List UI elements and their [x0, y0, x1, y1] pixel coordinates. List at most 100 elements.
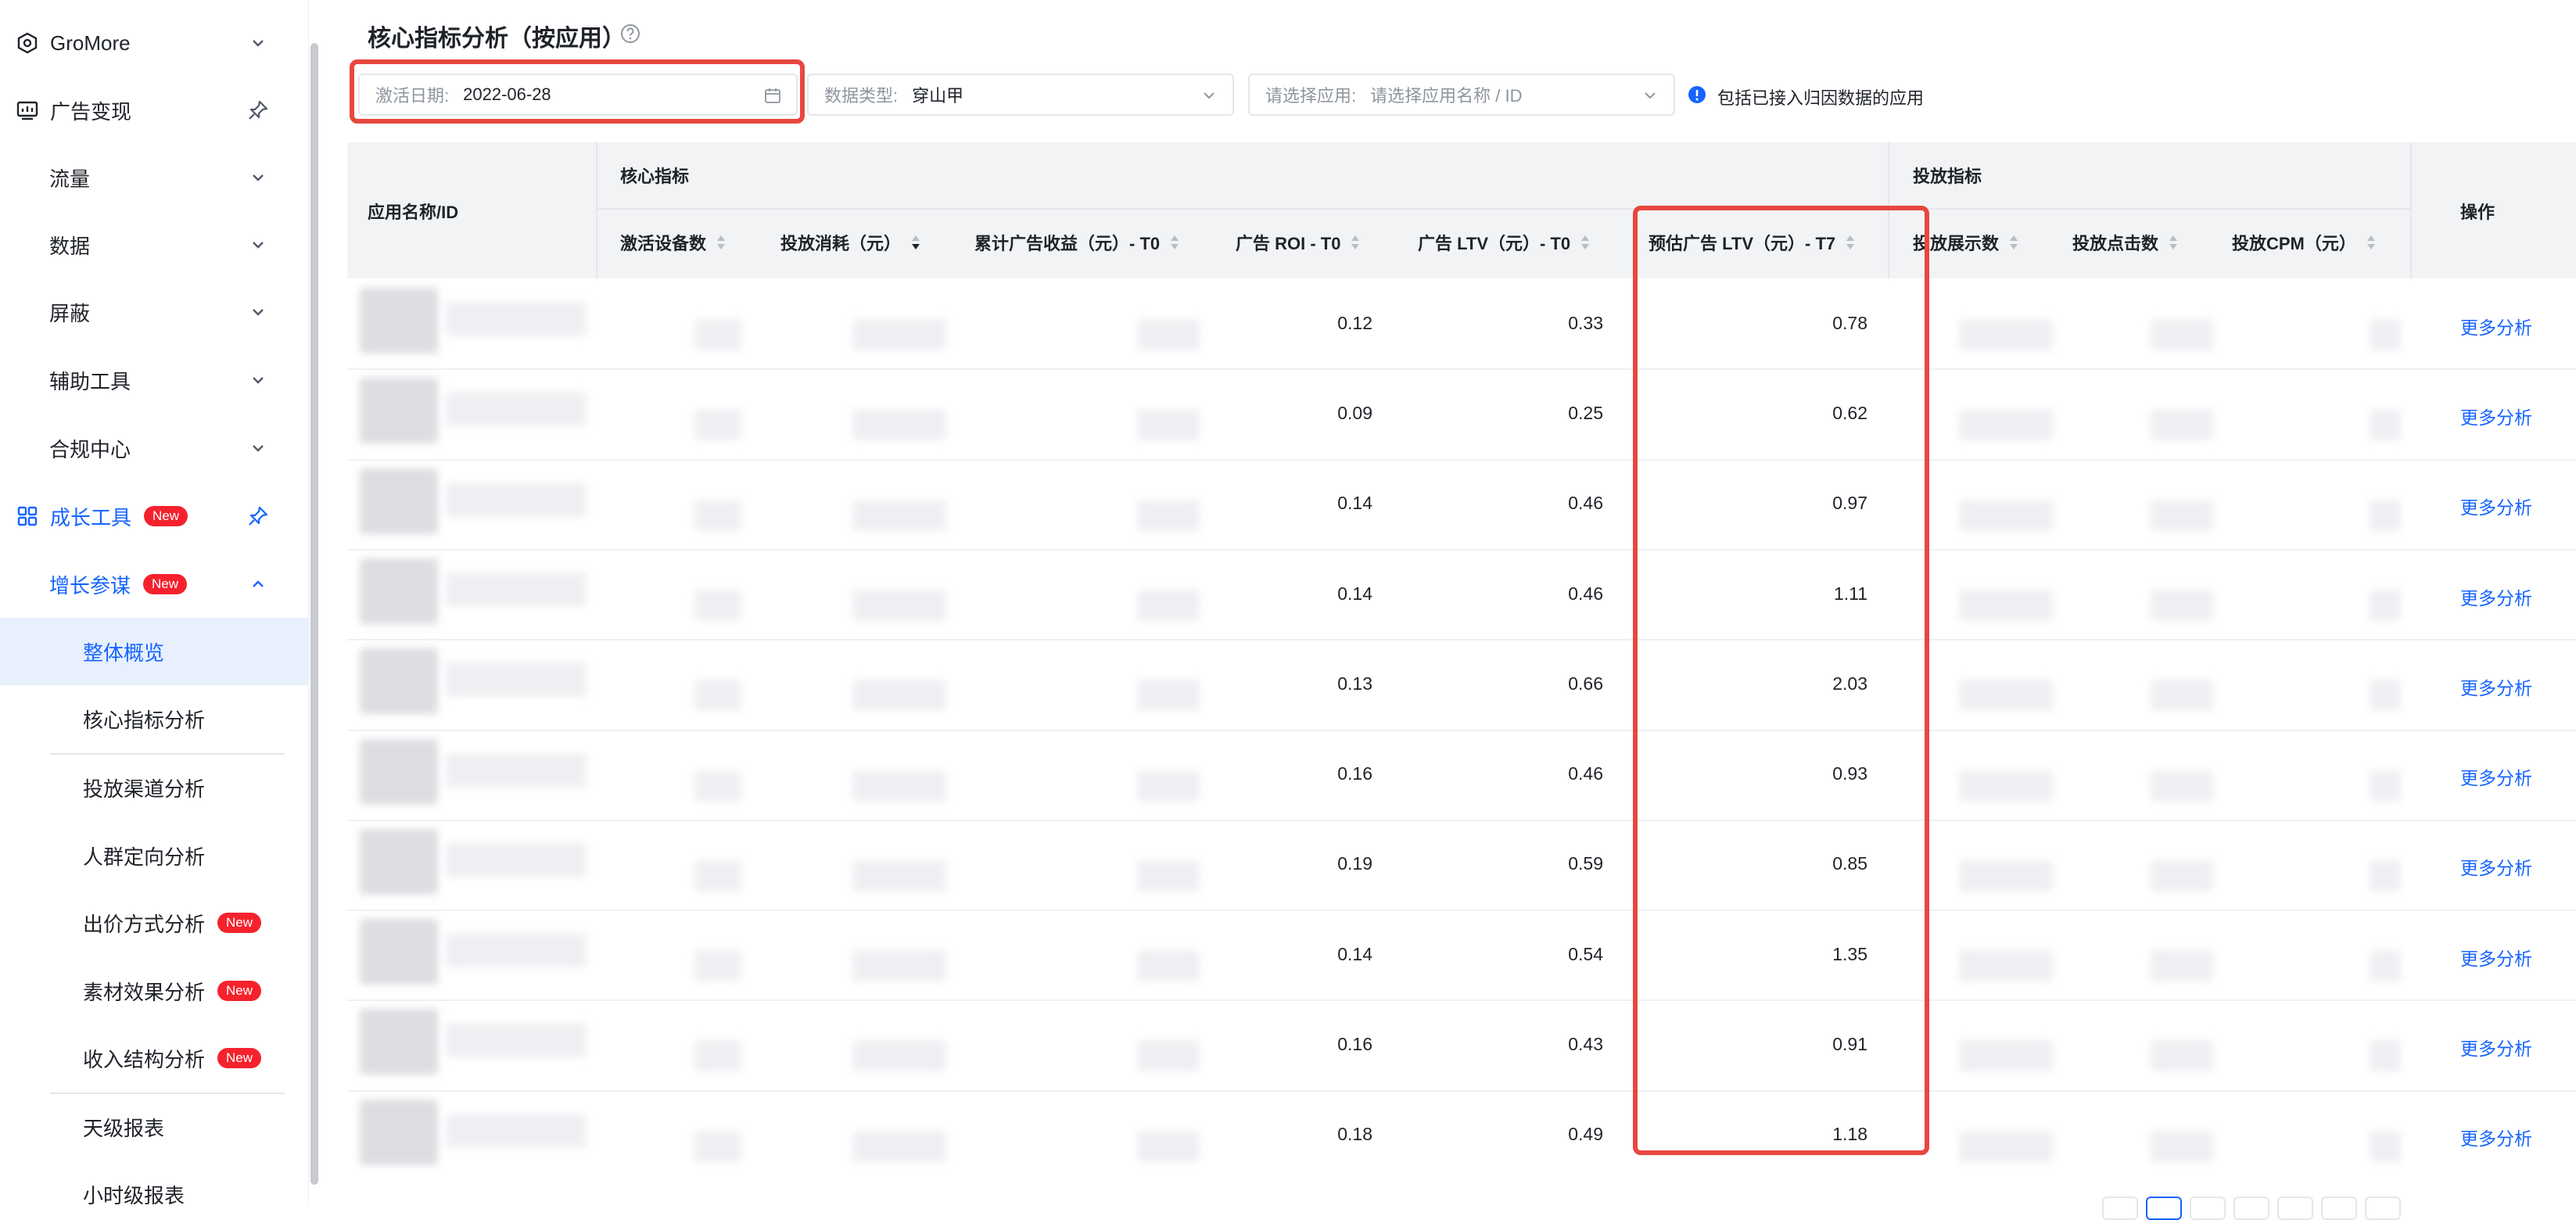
sidebar-item-tools[interactable]: 辅助工具 — [0, 346, 308, 414]
pagination-page[interactable] — [2321, 1197, 2357, 1220]
sidebar-item-label: 屏蔽 — [49, 301, 91, 325]
help-icon[interactable] — [620, 23, 640, 44]
calendar-icon — [763, 86, 782, 105]
new-badge: New — [143, 574, 188, 594]
more-analysis-link[interactable]: 更多分析 — [2460, 493, 2532, 519]
redacted-cell — [2370, 590, 2401, 621]
more-analysis-link[interactable]: 更多分析 — [2460, 763, 2532, 790]
pin-icon[interactable] — [246, 504, 270, 528]
more-analysis-link[interactable]: 更多分析 — [2460, 1124, 2532, 1150]
cell-ltv-t7: 1.11 — [1833, 583, 1867, 604]
filter-label: 数据类型: — [824, 86, 899, 106]
app-select-placeholder: 请选择应用名称 / ID — [1370, 86, 1523, 106]
sidebar-item-growth-advisor[interactable]: 增长参谋 New — [0, 551, 308, 618]
sidebar-item-compliance[interactable]: 合规中心 — [0, 414, 308, 482]
pagination-page[interactable] — [2277, 1197, 2313, 1220]
pagination-page[interactable] — [2233, 1197, 2269, 1220]
redacted-cell — [1959, 1040, 2053, 1071]
sidebar-item-growth-tools[interactable]: 成长工具 New — [0, 483, 308, 550]
more-analysis-link[interactable]: 更多分析 — [2460, 1034, 2532, 1060]
pagination-next[interactable] — [2365, 1197, 2401, 1220]
activation-date-picker[interactable]: 激活日期: 2022-06-28 — [358, 74, 798, 116]
sidebar-item-channel-analysis[interactable]: 投放渠道分析 — [0, 754, 308, 821]
sidebar-item-audience-analysis[interactable]: 人群定向分析 — [0, 822, 308, 889]
cell-ltv-t7: 0.78 — [1832, 313, 1867, 333]
sort-icon[interactable] — [1169, 234, 1180, 251]
sidebar-item-hourly-report[interactable]: 小时级报表 — [0, 1161, 308, 1207]
redacted-cell — [694, 680, 741, 711]
pagination-page[interactable] — [2146, 1197, 2182, 1220]
sort-icon[interactable] — [2366, 234, 2377, 251]
sidebar-item-block[interactable]: 屏蔽 — [0, 278, 308, 346]
redacted-cell — [1137, 500, 1200, 531]
attribution-note: 包括已接入归因数据的应用 — [1717, 88, 1925, 108]
row-divider — [347, 459, 2576, 461]
sort-icon[interactable] — [2168, 234, 2179, 251]
more-analysis-link[interactable]: 更多分析 — [2460, 583, 2532, 610]
more-analysis-link[interactable]: 更多分析 — [2460, 673, 2532, 700]
cell-roi-t0: 0.16 — [1337, 1034, 1372, 1054]
app-name-redacted — [446, 572, 587, 607]
sidebar-item-ad-monetization[interactable]: 广告变现 — [0, 77, 308, 144]
sidebar-item-data[interactable]: 数据 — [0, 211, 308, 278]
sidebar-item-gromore[interactable]: GroMore — [0, 9, 308, 77]
app-name-redacted — [446, 933, 587, 967]
pagination-prev[interactable] — [2102, 1197, 2138, 1220]
chevron-down-icon — [1200, 86, 1218, 105]
sidebar-item-overview[interactable]: 整体概览 — [0, 618, 308, 685]
more-analysis-link[interactable]: 更多分析 — [2460, 853, 2532, 880]
redacted-cell — [1959, 950, 2053, 981]
redacted-cell — [2151, 950, 2213, 981]
sidebar-item-core-metrics[interactable]: 核心指标分析 — [0, 685, 308, 752]
column-header[interactable]: 投放点击数 — [2072, 230, 2179, 255]
sort-icon[interactable] — [910, 234, 921, 251]
column-header[interactable]: 投放CPM（元） — [2232, 230, 2377, 255]
redacted-cell — [1959, 770, 2053, 802]
sidebar-item-label: 收入结构分析 — [83, 1047, 206, 1071]
column-header-label: 投放点击数 — [2072, 234, 2159, 253]
sidebar-item-label: 素材效果分析 — [83, 980, 206, 1004]
sidebar-item-traffic[interactable]: 流量 — [0, 144, 308, 211]
more-analysis-link[interactable]: 更多分析 — [2460, 944, 2532, 971]
cell-ltv-t7: 0.91 — [1832, 1034, 1867, 1054]
column-header[interactable]: 投放消耗（元） — [780, 230, 921, 255]
sort-icon[interactable] — [1845, 234, 1856, 251]
redacted-cell — [852, 319, 946, 350]
sidebar-scrollbar[interactable] — [310, 43, 318, 1185]
sort-icon[interactable] — [716, 234, 727, 251]
redacted-cell — [1959, 680, 2053, 711]
sidebar-item-label: 人群定向分析 — [83, 845, 206, 869]
sort-icon[interactable] — [2008, 234, 2019, 251]
header-divider — [1888, 142, 1889, 278]
redacted-cell — [852, 770, 946, 802]
column-header[interactable]: 累计广告收益（元）- T0 — [974, 230, 1180, 255]
sidebar-item-revenue-analysis[interactable]: 收入结构分析 New — [0, 1024, 308, 1092]
cell-ltv-t0: 0.54 — [1568, 944, 1603, 964]
sort-icon[interactable] — [1580, 234, 1591, 251]
sidebar-item-daily-report[interactable]: 天级报表 — [0, 1093, 308, 1161]
app-select[interactable]: 请选择应用: 请选择应用名称 / ID — [1248, 74, 1675, 116]
app-name-redacted — [446, 843, 587, 877]
redacted-cell — [2370, 319, 2401, 350]
sidebar-item-creative-analysis[interactable]: 素材效果分析 New — [0, 957, 308, 1024]
sort-icon[interactable] — [1350, 234, 1361, 251]
column-header[interactable]: 投放展示数 — [1913, 230, 2019, 255]
data-type-select[interactable]: 数据类型: 穿山甲 — [807, 74, 1234, 116]
redacted-cell — [2370, 680, 2401, 711]
sidebar: GroMore 广告变现 流量 数据 屏蔽 辅助工具 合规中心 成长工具 New… — [0, 0, 309, 1206]
column-header-label: 激活设备数 — [620, 234, 707, 253]
pagination-page[interactable] — [2190, 1197, 2226, 1220]
pin-icon[interactable] — [246, 99, 270, 122]
more-analysis-link[interactable]: 更多分析 — [2460, 313, 2532, 339]
sidebar-item-label: 出价方式分析 — [83, 912, 206, 936]
redacted-cell — [2370, 1040, 2401, 1071]
sidebar-item-bidding-analysis[interactable]: 出价方式分析 New — [0, 889, 308, 956]
column-header[interactable]: 预估广告 LTV（元）- T7 — [1649, 230, 1856, 255]
redacted-cell — [2370, 860, 2401, 892]
cell-ltv-t0: 0.46 — [1568, 493, 1603, 513]
column-header[interactable]: 广告 LTV（元）- T0 — [1418, 230, 1591, 255]
column-header[interactable]: 激活设备数 — [620, 230, 727, 255]
more-analysis-link[interactable]: 更多分析 — [2460, 403, 2532, 429]
column-header[interactable]: 广告 ROI - T0 — [1236, 230, 1361, 255]
chevron-down-icon — [246, 436, 270, 460]
